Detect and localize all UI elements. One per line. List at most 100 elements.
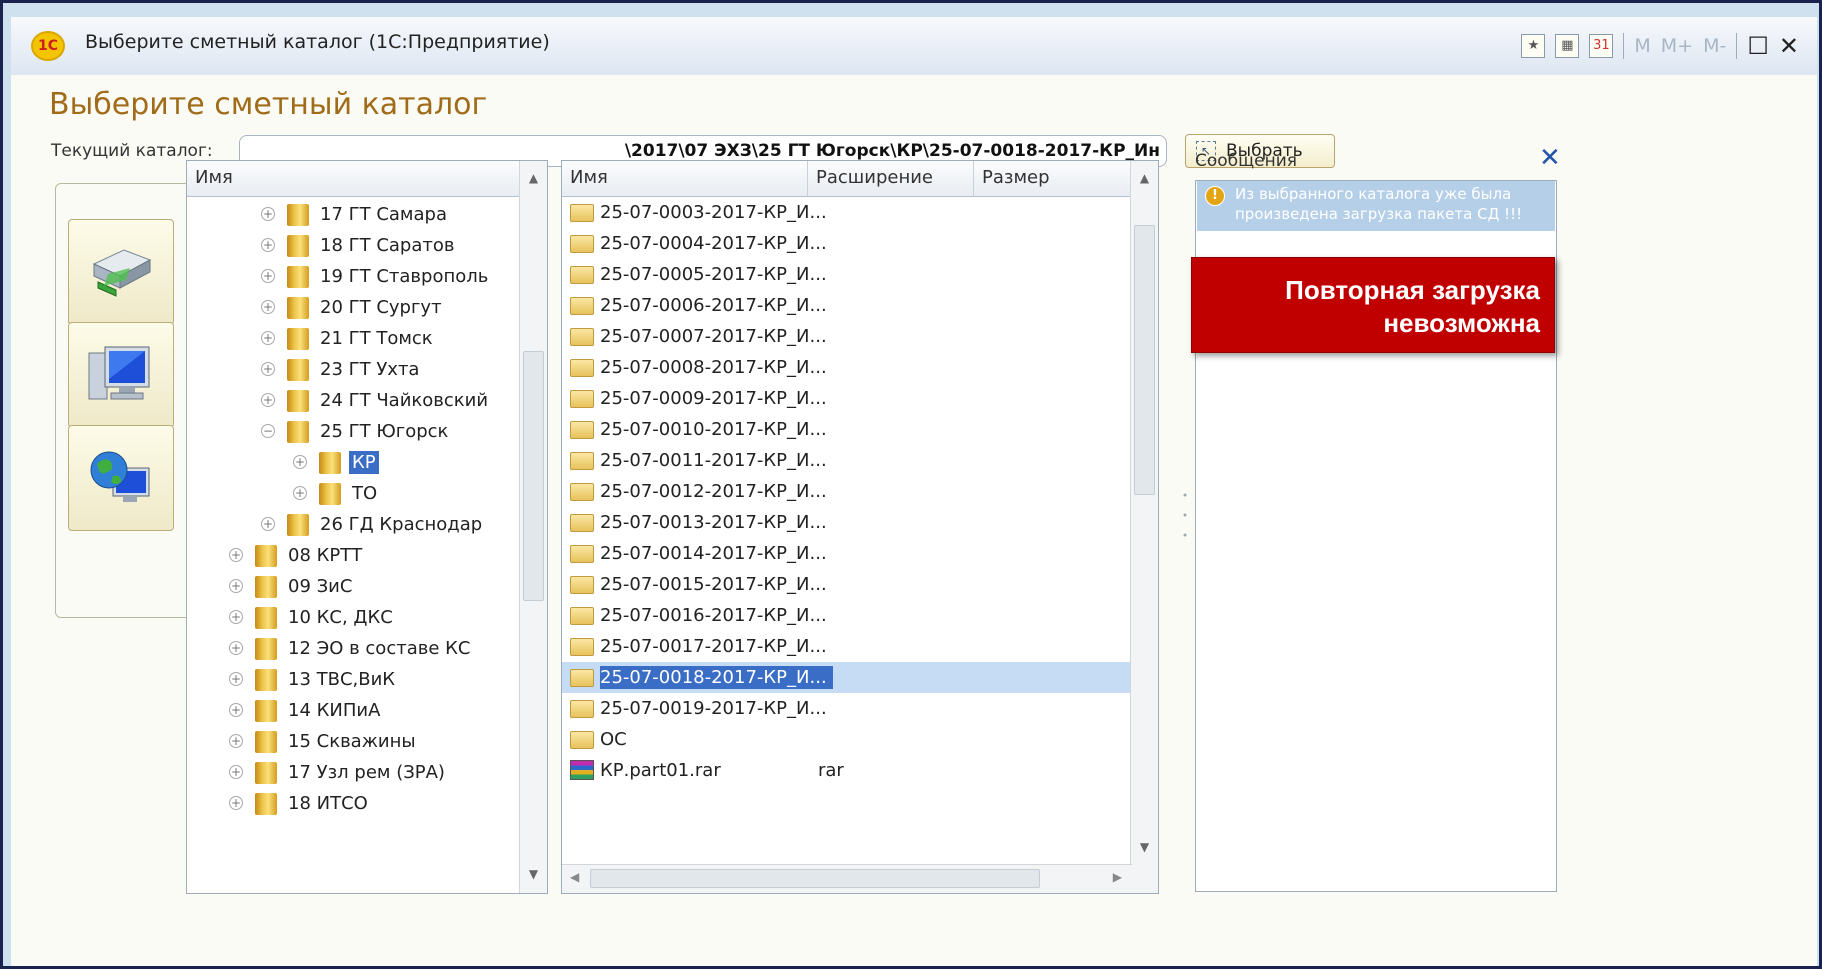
scroll-up-icon[interactable]: ▲ [1131,161,1158,197]
tree-row[interactable]: +08 КРТТ [187,540,521,571]
tree-header[interactable]: Имя [187,161,521,197]
tree-row[interactable]: +09 ЗиС [187,571,521,602]
message-item[interactable]: ! Из выбранного каталога уже была произв… [1197,181,1555,231]
folder-icon [255,669,277,691]
file-row[interactable]: 25-07-0010-2017-КР_И... [562,414,1132,445]
file-row[interactable]: 25-07-0012-2017-КР_И... [562,476,1132,507]
file-row[interactable]: 25-07-0006-2017-КР_И... [562,290,1132,321]
collapse-icon[interactable]: − [261,424,275,438]
file-name: 25-07-0015-2017-КР_И... [600,574,827,595]
local-drive-button[interactable] [68,219,174,325]
expand-icon[interactable]: + [261,362,275,376]
expand-icon[interactable]: + [261,517,275,531]
folder-icon [570,638,594,656]
files-scroll-thumb[interactable] [1134,225,1155,495]
file-row[interactable]: 25-07-0008-2017-КР_И... [562,352,1132,383]
file-row[interactable]: 25-07-0016-2017-КР_И... [562,600,1132,631]
expand-icon[interactable]: + [229,734,243,748]
network-button[interactable] [68,425,174,531]
file-row[interactable]: 25-07-0009-2017-КР_И... [562,383,1132,414]
tree-row[interactable]: +17 ГТ Самара [187,199,521,230]
tree-row-label: 10 КС, ДКС [288,607,393,628]
scroll-up-icon[interactable]: ▲ [520,161,547,197]
file-row[interactable]: 25-07-0015-2017-КР_И... [562,569,1132,600]
tree-row[interactable]: +10 КС, ДКС [187,602,521,633]
messages-close-icon[interactable]: ✕ [1539,143,1561,173]
tree-row[interactable]: +12 ЭО в составе КС [187,633,521,664]
file-row[interactable]: ОС [562,724,1132,755]
scroll-down-icon[interactable]: ▼ [1131,830,1158,866]
folder-icon [287,421,309,443]
files-header-extension[interactable]: Расширение [808,161,974,197]
expand-icon[interactable]: + [229,796,243,810]
files-header-size[interactable]: Размер [974,161,1132,197]
tree-row[interactable]: + КР [187,447,521,478]
computer-button[interactable] [68,322,174,428]
expand-icon[interactable]: + [229,548,243,562]
folder-icon [287,514,309,536]
files-hscroll-thumb[interactable] [590,869,1040,888]
scroll-down-icon[interactable]: ▼ [520,857,547,893]
tree-row[interactable]: +19 ГТ Ставрополь [187,261,521,292]
scroll-left-icon[interactable]: ◀ [570,870,579,884]
expand-icon[interactable]: + [261,300,275,314]
favorites-icon[interactable]: ★ [1521,34,1546,58]
calendar-icon[interactable]: 31 [1589,34,1614,58]
expand-icon[interactable]: + [261,331,275,345]
calculator-icon[interactable]: ▦ [1555,34,1580,58]
files-hscrollbar[interactable]: ◀ ▶ [562,864,1132,893]
expand-icon[interactable]: + [261,393,275,407]
splitter-grip[interactable] [1183,490,1187,540]
scroll-right-icon[interactable]: ▶ [1113,870,1122,884]
tree-row[interactable]: +21 ГТ Томск [187,323,521,354]
files-header-name[interactable]: Имя [562,161,808,197]
callout-line-1: Повторная загрузка [1285,275,1540,305]
file-row[interactable]: 25-07-0013-2017-КР_И... [562,507,1132,538]
expand-icon[interactable]: + [229,610,243,624]
memory-add-button[interactable]: M+ [1661,35,1693,57]
files-scrollbar[interactable]: ▲ ▼ [1130,161,1158,866]
tree-row[interactable]: +15 Скважины [187,726,521,757]
expand-icon[interactable]: + [261,238,275,252]
tree-scroll-thumb[interactable] [523,351,544,601]
expand-icon[interactable]: + [293,455,307,469]
file-row[interactable]: 25-07-0005-2017-КР_И... [562,259,1132,290]
tree-row[interactable]: +26 ГД Краснодар [187,509,521,540]
expand-icon[interactable]: + [229,765,243,779]
memory-button-m[interactable]: M [1634,35,1650,57]
tree-row[interactable]: +18 ГТ Саратов [187,230,521,261]
tree-row[interactable]: +17 Узл рем (ЗРА) [187,757,521,788]
expand-icon[interactable]: + [293,486,307,500]
file-row[interactable]: 25-07-0011-2017-КР_И... [562,445,1132,476]
file-row[interactable]: 25-07-0018-2017-КР_И... [562,662,1132,693]
file-row[interactable]: 25-07-0017-2017-КР_И... [562,631,1132,662]
close-icon[interactable]: ✕ [1779,34,1799,58]
expand-icon[interactable]: + [261,269,275,283]
expand-icon[interactable]: + [229,703,243,717]
folder-icon [570,390,594,408]
tree-row[interactable]: +23 ГТ Ухта [187,354,521,385]
tree-row[interactable]: +14 КИПиА [187,695,521,726]
file-row[interactable]: 25-07-0007-2017-КР_И... [562,321,1132,352]
expand-icon[interactable]: + [229,641,243,655]
tree-row[interactable]: +13 ТВС,ВиК [187,664,521,695]
toolbar-divider [1623,33,1625,59]
tree-row[interactable]: − 25 ГТ Югорск [187,416,521,447]
expand-icon[interactable]: + [261,207,275,221]
memory-subtract-button[interactable]: M- [1703,35,1726,57]
file-row[interactable]: 25-07-0019-2017-КР_И... [562,693,1132,724]
tree-row[interactable]: +20 ГТ Сургут [187,292,521,323]
expand-icon[interactable]: + [229,579,243,593]
maximize-icon[interactable]: ☐ [1747,34,1769,58]
expand-icon[interactable]: + [229,672,243,686]
file-row[interactable]: 25-07-0004-2017-КР_И... [562,228,1132,259]
file-row[interactable]: КР.part01.rar rar [562,755,1132,786]
file-row[interactable]: 25-07-0014-2017-КР_И... [562,538,1132,569]
folder-icon [570,204,594,222]
messages-title: Сообщения [1195,151,1298,171]
tree-row[interactable]: + ТО [187,478,521,509]
tree-row[interactable]: +24 ГТ Чайковский [187,385,521,416]
file-row[interactable]: 25-07-0003-2017-КР_И... [562,197,1132,228]
tree-row[interactable]: +18 ИТСО [187,788,521,819]
tree-scrollbar[interactable]: ▲ ▼ [519,161,547,893]
